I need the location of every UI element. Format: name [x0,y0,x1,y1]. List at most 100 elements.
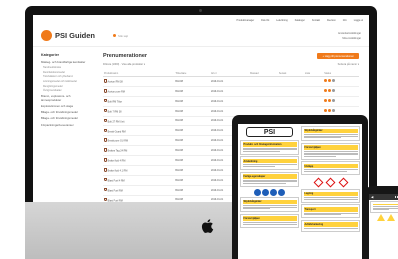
brand-name[interactable]: PSI Guiden [55,31,95,40]
apple-logo-icon [201,219,214,233]
product-name[interactable]: Break pure GU RM [108,140,128,143]
sidebar-subitem[interactable]: Tandmedicinska [43,66,91,69]
product-name[interactable]: Blast Fuel 4 RM [108,179,125,182]
topnav-link[interactable]: Lekvidning [276,19,287,22]
product-name[interactable]: Aceton pure RM [108,91,125,94]
product-name[interactable]: Brakes Tag 24 RM [108,150,128,153]
filter-bar: Filtrera (1000) · Visa alla produkter ▾ … [103,63,359,66]
product-name[interactable]: Bolt 7 RM 38 [108,110,122,113]
boots-icon [278,188,285,196]
product-name[interactable]: Bolt 27 RM Unit [108,120,125,123]
row-action-icons[interactable] [324,109,336,113]
row-list [303,96,324,107]
product-icon [104,89,107,93]
product-name[interactable]: Aceton RM 38 [108,81,123,84]
row-name: Brakes Tag 24 RM [103,145,175,156]
topnav-link[interactable]: Revison [327,19,336,22]
row-manufacturer: BAC08 [174,165,210,176]
row-manufacturer: BAC08 [174,96,210,107]
sidebar-subitem[interactable]: Lösningsmedel och tvättmedel [43,80,91,83]
info-card: Avfallshantering [301,219,360,232]
table-row[interactable]: Aceton pure RM BAC08 2019-01-01 [103,86,359,97]
topnav-link[interactable]: Dok-Ok [261,19,269,22]
row-latest [277,86,304,97]
edit-icon[interactable] [324,99,328,103]
row-name: Bolt 7 RM 38 [103,106,175,117]
more-icon[interactable] [394,196,398,198]
row-class [249,96,278,107]
search-placeholder: Sök sajt [118,33,128,38]
row-action-icons[interactable] [324,99,336,103]
search-input[interactable]: Sök sajt [113,33,173,39]
open-icon[interactable] [332,89,336,93]
filter-scope: Visa alla produkter [121,63,144,66]
product-name[interactable]: Break Guard RM [108,130,126,133]
row-date: 2019-01-01 [209,76,250,87]
filter-dropdown[interactable]: Filtrera (1000) · Visa alla produkter ▾ [103,63,145,66]
edit-icon[interactable] [324,79,328,83]
app-header: PSI Guiden Sök sajt Användarinställninga… [33,25,369,47]
warning-signs [369,214,398,222]
table-row[interactable]: Aceton RM 38 BAC08 2019-01-01 [103,76,359,87]
product-icon [104,197,107,202]
product-name[interactable]: Bolt RM Tiltor [108,100,122,103]
add-subscription-button[interactable]: + Lägg till prenumerationen [317,53,359,59]
open-icon[interactable] [332,99,336,103]
logout-link[interactable]: Logga ut [354,19,363,22]
sidebar-item[interactable]: Mästeg- och brandfarliga kemikalier [41,60,91,64]
delete-icon[interactable] [328,79,332,83]
product-name[interactable]: Brake fluid 4.1 RM [108,170,128,173]
edit-icon[interactable] [324,89,328,93]
edit-icon[interactable] [324,109,328,113]
row-latest [277,96,304,107]
product-name[interactable]: Blast Fuel RM [108,189,123,192]
info-card: Användning [240,156,299,171]
my-settings-link[interactable]: Mina inställningar [342,37,361,40]
back-icon[interactable]: ◀ [371,195,373,199]
row-manufacturer: BAC08 [174,145,210,156]
account-settings-link[interactable]: Användarinställningar [338,32,361,35]
sidebar-subitem[interactable]: Desinfektionsmedel [43,71,91,74]
delete-icon[interactable] [328,109,332,113]
sidebar-subitem[interactable]: Övrigt kemikalier [43,89,91,92]
row-manufacturer: BAC08 [174,116,210,127]
table-row[interactable]: Bolt RM Tiltor BAC08 2019-01-01 [103,96,359,107]
delete-icon[interactable] [328,99,332,103]
exclamation-icon [325,177,336,188]
row-name: Break pure GU RM [103,135,175,147]
sidebar-item[interactable]: Explosivämnen och olaga [41,104,91,108]
topnav-link[interactable]: Produktmanager [236,19,254,22]
sidebar-subitem[interactable]: Tändvätskor och ytbehand. [43,75,91,78]
row-list [303,86,324,97]
row-manufacturer: BAC08 [174,175,210,186]
phone-navbar: ◀ [369,194,398,200]
sidebar-subitem[interactable]: Rengöringsmedel [43,85,91,88]
sidebar-heading: Kategorier [41,53,59,57]
row-manufacturer: BAC08 [174,185,210,196]
info-card: Skyddsåtgärder [301,126,360,142]
sidebar-item[interactable]: Förpackningar/Leveranser [41,123,91,127]
sort-dropdown[interactable]: Sortera på namn ▾ [338,63,359,66]
topnav-link[interactable]: Kontakt [312,19,320,22]
open-icon[interactable] [332,109,336,113]
topnav-link[interactable]: Info [343,19,347,22]
row-name: Brake fluid 4 RM [103,155,175,166]
filter-count: Filtrera (1000) [103,63,120,66]
row-action-icons[interactable] [324,79,336,83]
product-icon [104,79,107,83]
delete-icon[interactable] [328,89,332,93]
row-name: Break Guard RM [103,125,175,137]
topnav-link[interactable]: Kataloger [295,19,305,22]
card-heading: Skyddsåtgärder [303,128,358,134]
product-name[interactable]: Brake fluid 4 RM [108,160,126,163]
open-icon[interactable] [332,79,336,83]
row-action-icons[interactable] [324,89,336,93]
row-name: Blast Fuel RM [103,185,175,196]
row-name: Bolt RM Tiltor [103,96,175,107]
sidebar-item[interactable]: Bilaga- och förvaltningsmedel [41,116,91,120]
psi-logo-icon[interactable] [41,30,52,41]
sidebar-item[interactable]: Bilaga- och förvaltningsmedel [41,110,91,114]
sidebar-item[interactable]: Brand-, explosions- och ämnesprodukter [41,94,91,102]
row-name: Blast Fuel RM [103,195,175,202]
row-name: Aceton RM 38 [103,76,175,87]
